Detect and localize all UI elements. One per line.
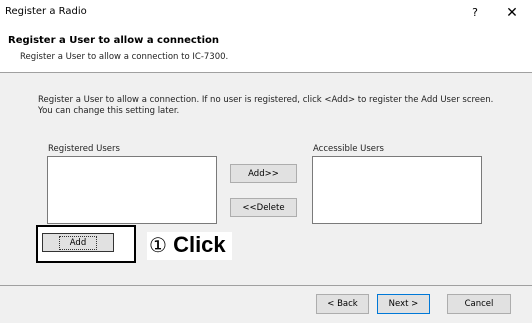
add-to-accessible-button[interactable]: Add>> xyxy=(230,164,297,183)
wizard-header: Register a User to allow a connection Re… xyxy=(0,26,532,73)
accessible-users-label: Accessible Users xyxy=(313,144,384,154)
registered-users-list[interactable] xyxy=(47,156,217,224)
title-bar: Register a Radio ? ✕ xyxy=(0,0,532,26)
cancel-button-label: Cancel xyxy=(464,299,494,309)
next-button[interactable]: Next > xyxy=(377,294,430,314)
annotation-callout: ① Click xyxy=(147,232,232,260)
accessible-users-list[interactable] xyxy=(312,156,482,224)
close-button[interactable]: ✕ xyxy=(500,3,524,23)
next-button-label: Next > xyxy=(388,299,419,309)
add-user-button[interactable]: Add xyxy=(42,233,114,252)
description-text: Register a User to allow a connection. I… xyxy=(38,95,494,116)
registered-users-label: Registered Users xyxy=(48,144,120,154)
back-button[interactable]: < Back xyxy=(316,294,369,314)
back-button-label: < Back xyxy=(327,299,358,309)
footer-divider xyxy=(0,285,532,286)
help-button[interactable]: ? xyxy=(465,3,485,23)
page-title: Register a User to allow a connection xyxy=(8,35,219,46)
add-user-button-label: Add xyxy=(58,235,98,250)
page-subtitle: Register a User to allow a connection to… xyxy=(20,52,229,62)
window-title: Register a Radio xyxy=(5,6,87,17)
annotation-step-number: ① xyxy=(149,233,167,257)
delete-from-accessible-button[interactable]: <<Delete xyxy=(230,198,297,217)
cancel-button[interactable]: Cancel xyxy=(447,294,511,314)
annotation-text: Click xyxy=(173,232,226,257)
